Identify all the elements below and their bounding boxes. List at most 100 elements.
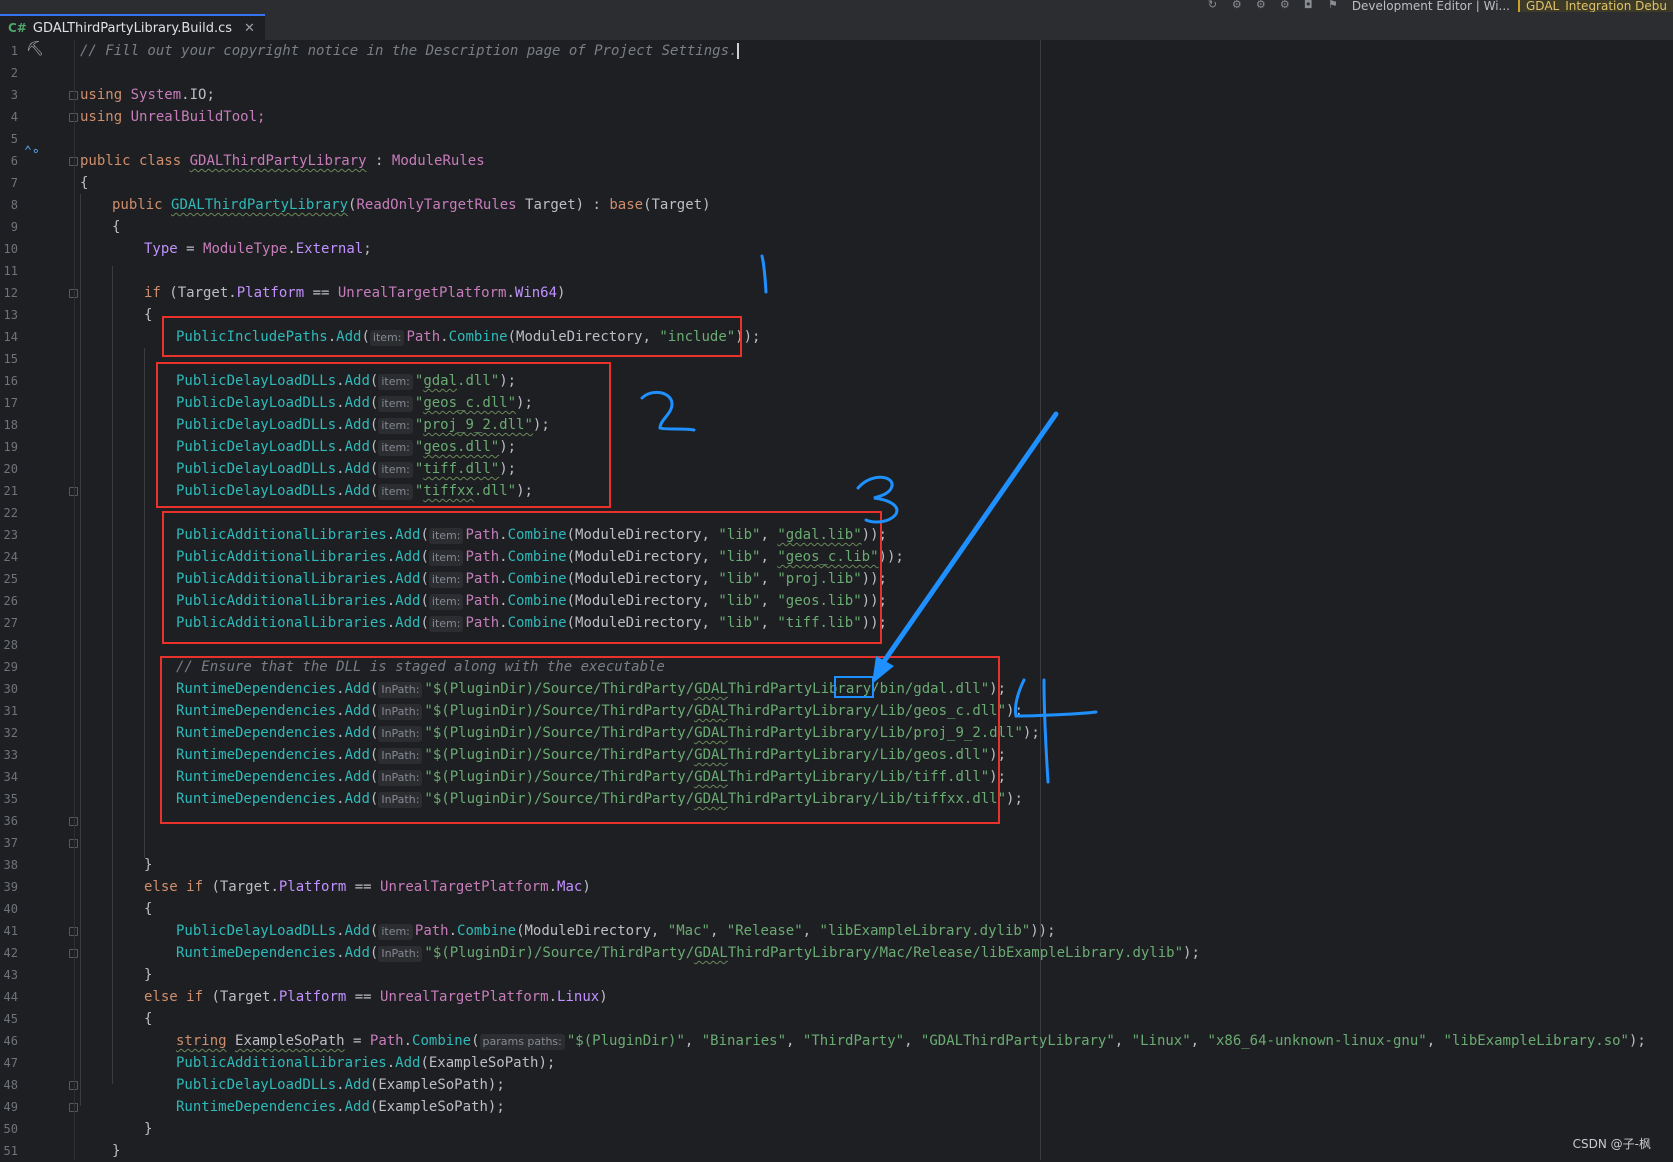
line-number: 30 bbox=[3, 682, 18, 696]
code-line-37: else if (Target.Platform == UnrealTarget… bbox=[144, 879, 591, 895]
line-number: 49 bbox=[3, 1100, 18, 1114]
line-number: 46 bbox=[3, 1034, 18, 1048]
line-number: 13 bbox=[3, 308, 18, 322]
unreal-icon[interactable]: ◘ bbox=[1304, 0, 1320, 12]
line-number: 44 bbox=[3, 990, 18, 1004]
line-number: 2 bbox=[10, 66, 18, 80]
watermark: CSDN @子-枫 bbox=[1572, 1137, 1651, 1151]
line-number: 7 bbox=[10, 176, 18, 190]
rebuild-icon[interactable]: ⚙ bbox=[1256, 0, 1272, 12]
line-number: 4 bbox=[10, 110, 18, 124]
gutter-divider bbox=[74, 40, 75, 1160]
line-number: 20 bbox=[3, 462, 18, 476]
annotation-box-2 bbox=[156, 362, 611, 508]
line-number: 24 bbox=[3, 550, 18, 564]
line-number: 16 bbox=[3, 374, 18, 388]
code-line-6: public class GDALThirdPartyLibrary : Mod… bbox=[80, 153, 485, 169]
annotation-box-4 bbox=[160, 656, 1000, 824]
line-number: 8 bbox=[10, 198, 18, 212]
code-line-9: { bbox=[112, 219, 121, 235]
annotation-bin-highlight bbox=[834, 676, 874, 698]
code-line-45: PublicAdditionalLibraries.Add(ExampleSoP… bbox=[176, 1055, 556, 1071]
code-line-44: string ExampleSoPath = Path.Combine(para… bbox=[176, 1033, 1646, 1050]
line-number: 40 bbox=[3, 902, 18, 916]
code-line-42: else if (Target.Platform == UnrealTarget… bbox=[144, 989, 608, 1005]
code-line-7: { bbox=[80, 175, 89, 191]
tab-filename: GDALThirdPartyLibrary.Build.cs bbox=[32, 20, 233, 36]
line-number: 36 bbox=[3, 814, 18, 828]
annotation-box-1 bbox=[162, 316, 742, 357]
main-toolbar: ↻ ⚙ ⚙ ⚙ ◘ ⚑ Development Editor | Wi... G… bbox=[1208, 0, 1673, 12]
indent-guide bbox=[144, 348, 145, 858]
line-number: 32 bbox=[3, 726, 18, 740]
line-number: 25 bbox=[3, 572, 18, 586]
line-number: 11 bbox=[3, 264, 18, 278]
code-line-41: } bbox=[144, 967, 153, 983]
line-number: 6 bbox=[10, 154, 18, 168]
implements-icon[interactable]: ⌃∘ bbox=[24, 144, 40, 159]
line-number: 23 bbox=[3, 528, 18, 542]
hammer-icon[interactable]: ⛏ bbox=[26, 41, 44, 57]
annotation-box-3 bbox=[162, 511, 882, 644]
line-gutter: 1 2 3 4 5 6 7 8 9 10 11 12 13 14 15 16 17 18 19 20 21 22 23 24 2… bbox=[0, 40, 78, 1160]
refresh-icon[interactable]: ↻ bbox=[1208, 0, 1224, 12]
line-number: 14 bbox=[3, 330, 18, 344]
line-number: 5 bbox=[10, 132, 18, 146]
line-number: 41 bbox=[3, 924, 18, 938]
line-number: 34 bbox=[3, 770, 18, 784]
line-number: 19 bbox=[3, 440, 18, 454]
line-number: 43 bbox=[3, 968, 18, 982]
line-number: 35 bbox=[3, 792, 18, 806]
code-line-43: { bbox=[144, 1011, 153, 1027]
csharp-file-icon: C# bbox=[8, 21, 27, 35]
code-line-4: using UnrealBuildTool; bbox=[80, 109, 266, 125]
code-line-49: } bbox=[112, 1143, 121, 1159]
line-number: 45 bbox=[3, 1012, 18, 1026]
code-line-39: PublicDelayLoadDLLs.Add(item: Path.Combin… bbox=[176, 923, 1056, 940]
line-number: 31 bbox=[3, 704, 18, 718]
line-number: 27 bbox=[3, 616, 18, 630]
code-line-38: { bbox=[144, 901, 153, 917]
clean-icon[interactable]: ⚙ bbox=[1280, 0, 1296, 12]
code-line-10: Type = ModuleType.External; bbox=[144, 241, 372, 257]
code-line-12: if (Target.Platform == UnrealTargetPlatf… bbox=[144, 285, 566, 301]
code-line-48: } bbox=[144, 1121, 153, 1137]
indent-guide bbox=[80, 194, 81, 1106]
code-line-1: // Fill out your copyright notice in the… bbox=[80, 43, 740, 59]
close-tab-icon[interactable]: ✕ bbox=[244, 21, 255, 36]
line-number: 28 bbox=[3, 638, 18, 652]
line-number: 15 bbox=[3, 352, 18, 366]
build-configuration-select[interactable]: Development Editor | Wi... bbox=[1352, 0, 1510, 12]
line-number: 26 bbox=[3, 594, 18, 608]
line-number: 3 bbox=[10, 88, 18, 102]
code-line-13: { bbox=[144, 307, 153, 323]
line-number: 1 bbox=[10, 44, 18, 58]
line-number: 48 bbox=[3, 1078, 18, 1092]
code-line-40: RuntimeDependencies.Add(InPath: "$(Plugin… bbox=[176, 945, 1200, 962]
line-number: 47 bbox=[3, 1056, 18, 1070]
text-caret bbox=[737, 43, 740, 59]
code-line-36: } bbox=[144, 857, 153, 873]
line-number: 51 bbox=[3, 1144, 18, 1158]
line-number: 37 bbox=[3, 836, 18, 850]
file-tab[interactable]: C# GDALThirdPartyLibrary.Build.cs ✕ bbox=[0, 14, 265, 40]
line-number: 33 bbox=[3, 748, 18, 762]
indent-guide bbox=[112, 266, 113, 1084]
line-number: 50 bbox=[3, 1122, 18, 1136]
code-line-3: using System.IO; bbox=[80, 87, 215, 103]
line-number: 21 bbox=[3, 484, 18, 498]
line-number: 39 bbox=[3, 880, 18, 894]
line-number: 12 bbox=[3, 286, 18, 300]
line-number: 10 bbox=[3, 242, 18, 256]
run-config-icon[interactable]: ⚑ bbox=[1328, 0, 1344, 12]
code-line-46: PublicDelayLoadDLLs.Add(ExampleSoPath); bbox=[176, 1077, 505, 1093]
right-margin-guide bbox=[1040, 40, 1041, 1160]
run-configuration-select[interactable]: GDAL_Integration Debu bbox=[1517, 0, 1673, 12]
line-number: 38 bbox=[3, 858, 18, 872]
line-number: 17 bbox=[3, 396, 18, 410]
line-number: 42 bbox=[3, 946, 18, 960]
line-number: 18 bbox=[3, 418, 18, 432]
code-line-8: public GDALThirdPartyLibrary(ReadOnlyTar… bbox=[112, 197, 711, 213]
line-number: 9 bbox=[10, 220, 18, 234]
build-icon[interactable]: ⚙ bbox=[1232, 0, 1248, 12]
